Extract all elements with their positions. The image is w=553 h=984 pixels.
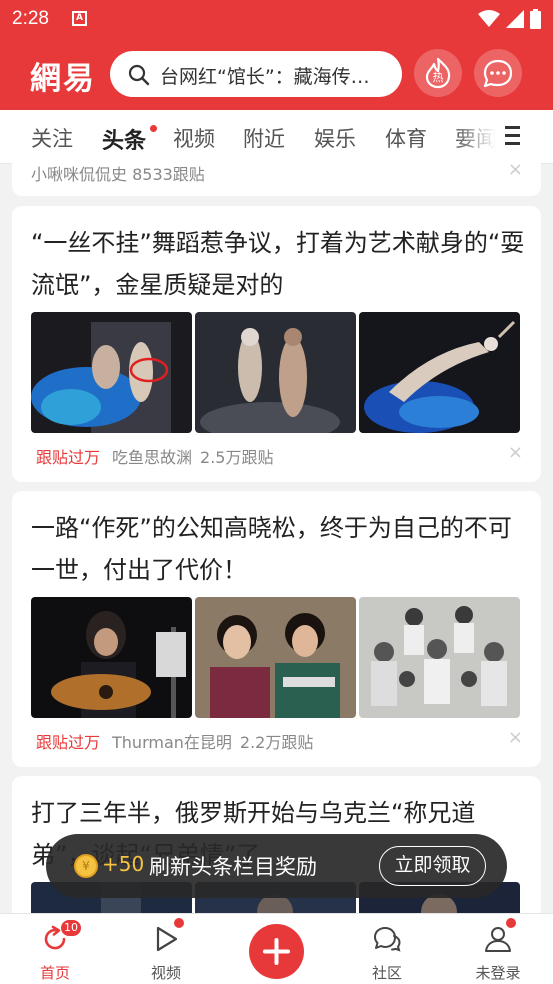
search-bar[interactable]: 台网红“馆长”：藏海传… bbox=[110, 51, 402, 97]
message-button[interactable] bbox=[474, 49, 522, 97]
card-thumbnails bbox=[31, 312, 520, 433]
headlines-new-dot bbox=[149, 124, 158, 133]
home-badge: 10 bbox=[60, 919, 82, 937]
tab-sports[interactable]: 体育 bbox=[385, 123, 427, 153]
hot-button[interactable]: 热 bbox=[414, 49, 462, 97]
status-time: 2:28 bbox=[12, 8, 49, 29]
card-meta: 跟贴过万 吃鱼思故渊 2.5万跟贴 bbox=[36, 444, 273, 468]
nav-profile-label: 未登录 bbox=[475, 964, 521, 982]
nav-community-label: 社区 bbox=[371, 964, 402, 982]
app-header: 網易 台网红“馆长”：藏海传… 热 bbox=[0, 38, 553, 110]
coin-icon: ¥ bbox=[74, 854, 98, 878]
card-source: 吃鱼思故渊 bbox=[112, 448, 193, 467]
battery-icon bbox=[530, 9, 541, 29]
thumbnail-image bbox=[31, 312, 192, 433]
nav-community[interactable]: 社区 bbox=[332, 914, 442, 984]
hot-comment-tag: 跟贴过万 bbox=[36, 733, 101, 752]
tab-entertainment[interactable]: 娱乐 bbox=[314, 123, 356, 153]
reward-toast: ¥ +50 刷新头条栏目奖励 立即领取 bbox=[46, 834, 507, 898]
card-comments: 2.2万跟贴 bbox=[239, 733, 314, 752]
search-icon bbox=[128, 64, 150, 86]
dislike-close-icon[interactable]: × bbox=[508, 159, 523, 180]
card-source: Thurman在昆明 bbox=[112, 733, 232, 752]
news-card-partial[interactable]: 小啾咪侃侃史 8533跟贴 × bbox=[12, 150, 541, 196]
hot-comment-tag: 跟贴过万 bbox=[36, 448, 101, 467]
dislike-close-icon[interactable]: × bbox=[508, 442, 523, 463]
nav-home[interactable]: 10 首页 bbox=[0, 914, 110, 984]
nav-home-label: 首页 bbox=[39, 964, 70, 982]
nav-video[interactable]: 视频 bbox=[111, 914, 221, 984]
hot-flame-icon: 热 bbox=[425, 57, 451, 89]
tab-follow[interactable]: 关注 bbox=[31, 123, 73, 153]
nav-video-label: 视频 bbox=[150, 964, 181, 982]
message-icon bbox=[483, 59, 513, 88]
card-thumbnails bbox=[31, 597, 520, 718]
card-meta: 小啾咪侃侃史 8533跟贴 bbox=[31, 165, 205, 184]
plus-icon bbox=[263, 938, 290, 965]
channel-menu-icon[interactable] bbox=[505, 126, 523, 146]
status-bar: 2:28 A bbox=[0, 0, 553, 38]
community-chat-icon bbox=[374, 927, 401, 952]
card-comments: 2.5万跟贴 bbox=[200, 448, 274, 467]
notification-icon: A bbox=[72, 11, 87, 26]
svg-text:热: 热 bbox=[433, 71, 444, 84]
news-card[interactable]: 一路“作死”的公知高晓松，终于为自己的不可一世，付出了代价！ 跟贴过万 Thur… bbox=[12, 491, 541, 767]
card-meta: 跟贴过万 Thurman在昆明 2.2万跟贴 bbox=[36, 729, 313, 753]
tab-video[interactable]: 视频 bbox=[173, 123, 215, 153]
nav-profile[interactable]: 未登录 bbox=[443, 914, 553, 984]
status-icons bbox=[478, 9, 541, 29]
thumbnail-image bbox=[359, 312, 520, 433]
thumbnail-image bbox=[195, 312, 356, 433]
video-dot bbox=[173, 917, 185, 929]
claim-reward-button[interactable]: 立即领取 bbox=[379, 846, 486, 886]
thumbnail-image bbox=[31, 597, 192, 718]
card-title: 一路“作死”的公知高晓松，终于为自己的不可一世，付出了代价！ bbox=[31, 514, 512, 584]
bottom-nav: 10 首页 视频 社区 未登录 bbox=[0, 913, 553, 984]
thumbnail-image bbox=[359, 597, 520, 718]
signal-icon bbox=[506, 10, 524, 28]
card-title: “一丝不挂”舞蹈惹争议，打着为艺术献身的“耍流氓”，金星质疑是对的 bbox=[31, 229, 525, 299]
thumbnail-image bbox=[195, 597, 356, 718]
publish-button[interactable] bbox=[249, 924, 304, 979]
reward-text: 刷新头条栏目奖励 bbox=[149, 855, 317, 879]
dislike-close-icon[interactable]: × bbox=[508, 727, 523, 748]
search-placeholder: 台网红“馆长”：藏海传… bbox=[160, 66, 370, 88]
netease-logo: 網易 bbox=[30, 61, 96, 97]
profile-dot bbox=[505, 917, 517, 929]
news-card[interactable]: “一丝不挂”舞蹈惹争议，打着为艺术献身的“耍流氓”，金星质疑是对的 跟贴过万 吃… bbox=[12, 206, 541, 482]
reward-amount: +50 bbox=[102, 852, 145, 876]
wifi-icon bbox=[478, 10, 500, 27]
tab-nearby[interactable]: 附近 bbox=[243, 123, 285, 153]
